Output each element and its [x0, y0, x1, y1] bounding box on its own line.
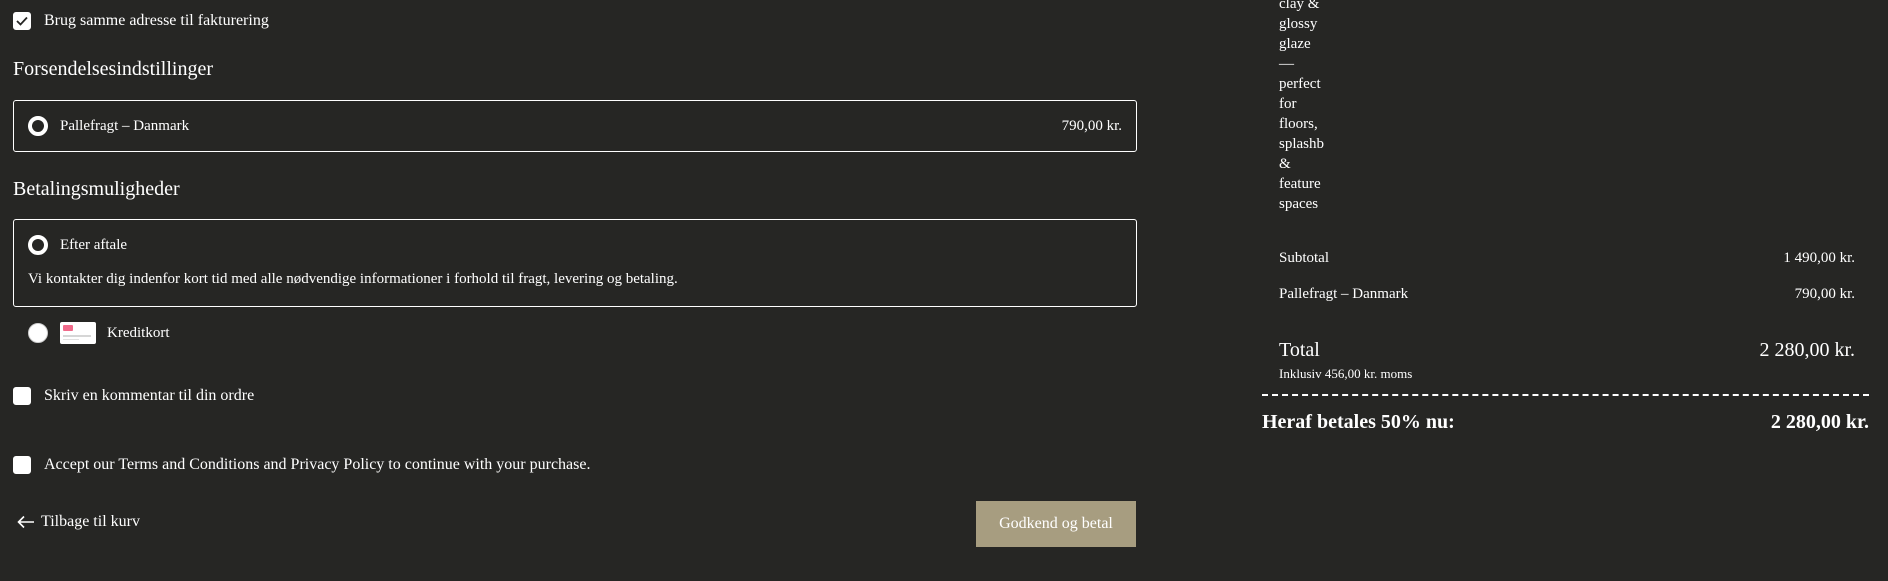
- same-billing-address-label: Brug samme adresse til fakturering: [44, 12, 269, 29]
- shipping-option-label: Pallefragt – Danmark: [60, 117, 190, 134]
- payment-efter-aftale-label: Efter aftale: [60, 236, 128, 253]
- payment-option-kreditkort[interactable]: Kreditkort: [28, 322, 1123, 344]
- back-to-cart-label: Tilbage til kurv: [41, 513, 140, 530]
- terms-option[interactable]: Accept our Terms and Conditions and Priv…: [13, 456, 590, 474]
- shipping-option-radio[interactable]: [28, 116, 48, 136]
- total-row: Total 2 280,00 kr.: [1279, 339, 1855, 362]
- due-now-row: Heraf betales 50% nu: 2 280,00 kr.: [1262, 411, 1869, 434]
- total-label: Total: [1279, 339, 1320, 361]
- shipping-option-row: Pallefragt – Danmark 790,00 kr.: [28, 116, 1122, 136]
- subtotal-row: Subtotal 1 490,00 kr.: [1279, 250, 1855, 267]
- due-now-value: 2 280,00 kr.: [1770, 411, 1869, 433]
- approve-and-pay-button[interactable]: Godkend og betal: [976, 501, 1136, 547]
- dashed-divider: [1262, 394, 1869, 396]
- shipping-option-card[interactable]: Pallefragt – Danmark 790,00 kr.: [13, 100, 1137, 152]
- same-billing-address-option[interactable]: Brug samme adresse til fakturering: [13, 12, 269, 30]
- checkmark-icon: [16, 16, 28, 26]
- shipping-summary-row: Pallefragt – Danmark 790,00 kr.: [1279, 286, 1855, 303]
- vat-note: Inklusiv 456,00 kr. moms: [1279, 366, 1413, 381]
- payment-efter-aftale-description-row: Vi kontakter dig indenfor kort tid med a…: [28, 271, 1122, 288]
- subtotal-label: Subtotal: [1279, 250, 1330, 266]
- payment-efter-aftale-description: Vi kontakter dig indenfor kort tid med a…: [28, 271, 678, 287]
- order-comment-option[interactable]: Skriv en kommentar til din ordre: [13, 387, 254, 405]
- product-description-fragment: clay & glossy glaze — perfect for floors…: [1279, 0, 1324, 212]
- shipping-section-title: Forsendelsesindstillinger: [13, 58, 213, 80]
- subtotal-value: 1 490,00 kr.: [1783, 250, 1855, 266]
- credit-card-icon: [60, 322, 96, 344]
- same-billing-address-checkbox[interactable]: [13, 12, 31, 30]
- terms-checkbox[interactable]: [13, 456, 31, 474]
- back-to-cart-link[interactable]: Tilbage til kurv: [17, 513, 140, 531]
- total-value: 2 280,00 kr.: [1759, 339, 1855, 361]
- payment-efter-aftale-radio[interactable]: [28, 235, 48, 255]
- due-now-label: Heraf betales 50% nu:: [1262, 411, 1455, 433]
- shipping-summary-value: 790,00 kr.: [1794, 286, 1855, 302]
- terms-label: Accept our Terms and Conditions and Priv…: [44, 456, 591, 473]
- payment-section-title: Betalingsmuligheder: [13, 178, 180, 200]
- order-comment-label: Skriv en kommentar til din ordre: [44, 387, 255, 404]
- arrow-left-icon: [17, 515, 34, 529]
- shipping-summary-label: Pallefragt – Danmark: [1279, 286, 1409, 302]
- order-comment-checkbox[interactable]: [13, 387, 31, 405]
- checkout-page: Brug samme adresse til fakturering Forse…: [0, 0, 1888, 581]
- payment-option-card-efter-aftale[interactable]: Efter aftale Vi kontakter dig indenfor k…: [13, 219, 1137, 307]
- payment-kreditkort-label: Kreditkort: [107, 324, 170, 341]
- payment-option-row: Efter aftale: [28, 235, 1122, 255]
- shipping-option-price: 790,00 kr.: [1061, 117, 1122, 134]
- payment-kreditkort-radio[interactable]: [28, 323, 48, 343]
